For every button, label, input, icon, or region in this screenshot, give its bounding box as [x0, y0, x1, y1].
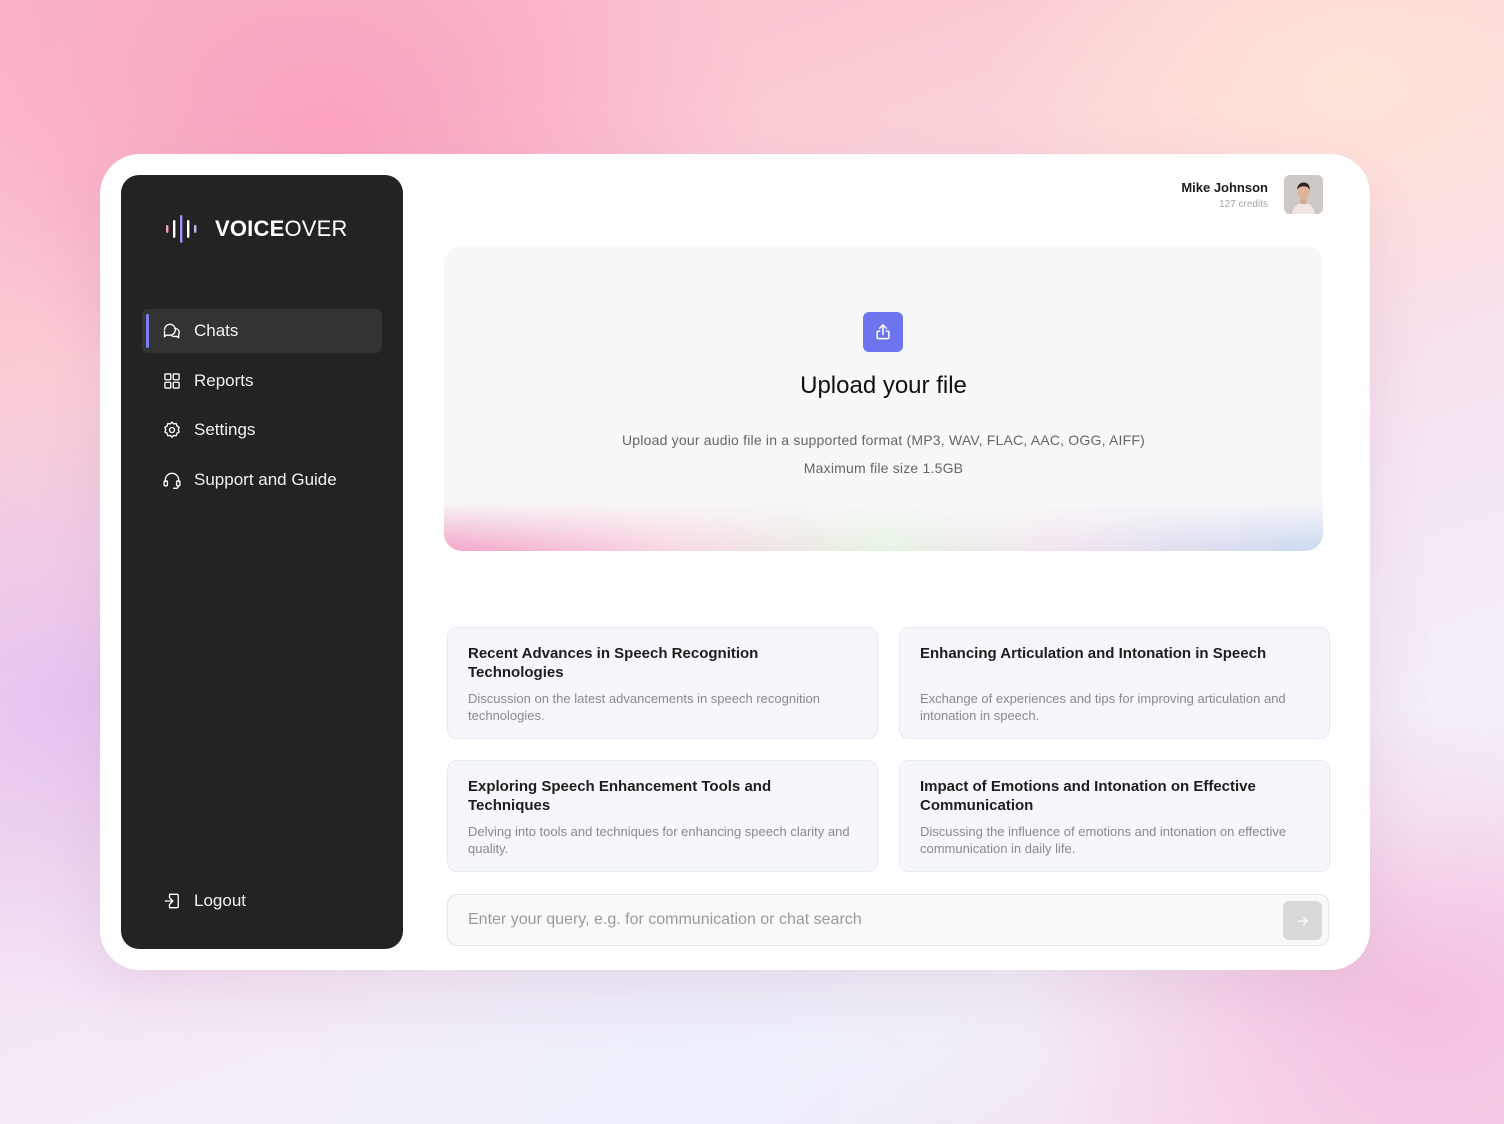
gear-icon: [164, 421, 180, 438]
upload-dropzone[interactable]: Upload your file Upload your audio file …: [444, 246, 1323, 551]
user-info: Mike Johnson 127 credits: [1181, 180, 1268, 210]
sidebar-item-settings[interactable]: Settings: [142, 408, 382, 452]
sidebar-item-reports[interactable]: Reports: [142, 359, 382, 403]
upload-max-size: Maximum file size 1.5GB: [803, 460, 964, 476]
topic-title: Enhancing Articulation and Intonation in…: [920, 645, 1267, 662]
brand-logo[interactable]: VOICEOVER: [165, 215, 348, 243]
app-window: VOICEOVER Chats Reports Settings Support…: [100, 154, 1370, 970]
user-profile[interactable]: Mike Johnson 127 credits: [1181, 175, 1323, 214]
logout-icon: [164, 893, 179, 909]
upload-icon: [876, 324, 890, 340]
avatar-image: [1284, 175, 1323, 214]
send-button[interactable]: [1283, 901, 1322, 940]
sidebar-item-label: Chats: [194, 321, 239, 340]
topic-description: Exchange of experiences and tips for imp…: [920, 691, 1286, 723]
sidebar-item-support[interactable]: Support and Guide: [142, 458, 382, 502]
brand-name: VOICEOVER: [215, 216, 348, 241]
grid-icon: [164, 372, 180, 389]
topic-card[interactable]: Enhancing Articulation and Intonation in…: [899, 627, 1330, 739]
upload-button[interactable]: [863, 312, 903, 352]
user-name: Mike Johnson: [1181, 179, 1268, 195]
topic-card[interactable]: Exploring Speech Enhancement Tools and T…: [447, 760, 878, 872]
sidebar-item-label: Settings: [194, 420, 256, 439]
query-input[interactable]: [468, 895, 1268, 945]
sidebar-nav: Chats Reports Settings Support and Guide: [142, 309, 382, 507]
upload-title: Upload your file: [800, 372, 967, 399]
sidebar-item-label: Reports: [194, 370, 254, 390]
sidebar: VOICEOVER Chats Reports Settings Support…: [121, 175, 403, 949]
sidebar-item-label: Support and Guide: [194, 469, 337, 489]
topic-card[interactable]: Recent Advances in Speech Recognition Te…: [447, 627, 878, 739]
upload-description: Upload your audio file in a supported fo…: [622, 432, 1145, 448]
avatar[interactable]: [1284, 175, 1323, 214]
topic-title: Impact of Emotions and Intonation on Eff…: [920, 778, 1256, 814]
logout-button[interactable]: Logout: [162, 891, 246, 911]
topic-description: Discussion on the latest advancements in…: [468, 691, 820, 723]
chat-bubbles-icon: [163, 323, 180, 339]
topic-card[interactable]: Impact of Emotions and Intonation on Eff…: [899, 760, 1330, 872]
topic-description: Delving into tools and techniques for en…: [468, 824, 850, 856]
upload-gradient-glow: [444, 501, 1323, 551]
topic-title: Recent Advances in Speech Recognition Te…: [468, 645, 759, 681]
soundwave-logo-icon: [166, 215, 197, 243]
user-credits: 127 credits: [1219, 198, 1268, 210]
arrow-right-icon: [1297, 916, 1308, 925]
headset-icon: [163, 472, 181, 489]
topic-title: Exploring Speech Enhancement Tools and T…: [468, 778, 772, 814]
sidebar-item-chats[interactable]: Chats: [142, 309, 382, 353]
logout-label: Logout: [194, 891, 246, 910]
query-bar: [447, 894, 1329, 946]
topic-description: Discussing the influence of emotions and…: [920, 824, 1287, 856]
